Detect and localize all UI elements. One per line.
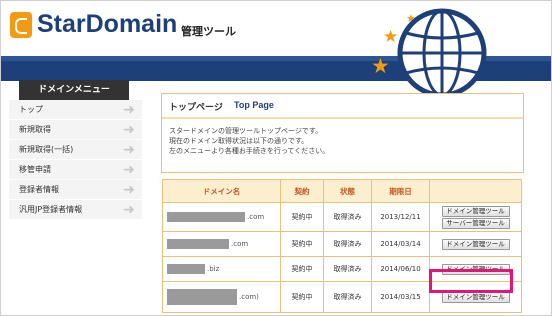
logo-subtitle: 管理ツール [181, 25, 236, 38]
sidebar: ドメインメニュー トップ ➜ 新規取得 ➜ 新規取得(一括) ➜ 移管申請 ➜ 登録者情… [9, 80, 142, 220]
column-header-status: 状態 [323, 179, 372, 203]
status-cell: 取得済み [323, 202, 372, 232]
globe-icon [397, 8, 487, 98]
chevron-right-icon: ➜ [123, 122, 135, 138]
chevron-right-icon: ➜ [123, 182, 135, 198]
sidebar-item-new[interactable]: 新規取得 ➜ [9, 120, 142, 140]
table-row: .com 契約中 取得済み 2014/03/14 ドメイン管理ツール [162, 231, 522, 257]
redacted-block [167, 264, 205, 274]
sidebar-item-label: 汎用JP登録者情報 [19, 205, 83, 214]
top-page-panel: トップページ Top Page スタードメインの管理ツールトップページです。 現… [161, 93, 524, 173]
highlight-box [429, 269, 513, 293]
intro-line: スタードメインの管理ツールトップページです。 [169, 127, 323, 135]
intro-text: スタードメインの管理ツールトップページです。 現在のドメイン取得状況は以下の通り… [169, 126, 329, 156]
domain-cell: .com [162, 231, 281, 257]
status-cell: 取得済み [323, 231, 372, 257]
table-header-row: ドメイン名 契約 状態 期限日 [162, 179, 522, 203]
actions-cell: ドメイン管理ツール サーバー管理ツール [429, 202, 522, 232]
status-cell: 取得済み [323, 256, 372, 282]
redacted-block [167, 289, 237, 305]
sidebar-title: ドメインメニュー [19, 80, 129, 100]
logo-icon [10, 12, 32, 38]
contract-cell: 契約中 [280, 256, 324, 282]
column-header-actions [429, 179, 522, 203]
domain-tool-button[interactable]: ドメイン管理ツール [441, 205, 510, 217]
column-header-domain: ドメイン名 [162, 179, 281, 203]
expiry-cell: 2013/12/11 [371, 202, 430, 232]
column-header-expiry: 期限日 [371, 179, 430, 203]
domain-cell: .com) [162, 281, 281, 313]
sidebar-item-transfer[interactable]: 移管申請 ➜ [9, 160, 142, 180]
domain-suffix: .com [231, 240, 249, 248]
expiry-cell: 2014/03/15 [371, 281, 430, 313]
intro-line: 左のメニューより各種お手続きを行ってください。 [169, 147, 330, 155]
chevron-right-icon: ➜ [123, 202, 135, 218]
domain-cell: .com [162, 202, 281, 232]
redacted-block [167, 239, 229, 249]
page-title-en: Top Page [234, 100, 274, 110]
sidebar-item-registrant[interactable]: 登録者情報 ➜ [9, 180, 142, 200]
sidebar-item-label: 移管申請 [19, 165, 51, 174]
domain-tool-button[interactable]: ドメイン管理ツール [441, 291, 510, 303]
sidebar-item-new-bulk[interactable]: 新規取得(一括) ➜ [9, 140, 142, 160]
domain-suffix: .biz [207, 265, 220, 273]
chevron-right-icon: ➜ [123, 142, 135, 158]
chevron-right-icon: ➜ [123, 162, 135, 178]
chevron-right-icon: ➜ [123, 102, 135, 118]
status-cell: 取得済み [323, 281, 372, 313]
star-icon: ★ [371, 54, 390, 78]
panel-header: トップページ Top Page [162, 94, 523, 119]
logo-text: StarDomain [37, 10, 178, 38]
sidebar-item-top[interactable]: トップ ➜ [9, 100, 142, 120]
domain-tool-button[interactable]: ドメイン管理ツール [441, 238, 510, 250]
sidebar-item-label: 新規取得(一括) [19, 145, 74, 154]
contract-cell: 契約中 [280, 231, 324, 257]
sidebar-item-label: トップ [19, 105, 43, 114]
sidebar-item-jp-registrant[interactable]: 汎用JP登録者情報 ➜ [9, 200, 142, 220]
server-tool-button[interactable]: サーバー管理ツール [441, 217, 510, 229]
domain-suffix: .com) [239, 293, 259, 301]
contract-cell: 契約中 [280, 202, 324, 232]
page-title: トップページ [169, 103, 223, 113]
intro-line: 現在のドメイン取得状況は以下の通りです。 [169, 137, 309, 145]
expiry-cell: 2014/03/14 [371, 231, 430, 257]
expiry-cell: 2014/06/10 [371, 256, 430, 282]
redacted-block [167, 212, 245, 222]
domain-suffix: .com [247, 213, 265, 221]
actions-cell: ドメイン管理ツール [429, 231, 522, 257]
sidebar-item-label: 登録者情報 [19, 185, 59, 194]
contract-cell: 契約中 [280, 281, 324, 313]
table-row: .com 契約中 取得済み 2013/12/11 ドメイン管理ツール サーバー管… [162, 202, 522, 232]
app-window: StarDomain 管理ツール ★ ★ ★ ドメインメニュー トップ ➜ 新規取… [0, 0, 552, 316]
domain-cell: .biz [162, 256, 281, 282]
sidebar-item-label: 新規取得 [19, 125, 51, 134]
column-header-contract: 契約 [280, 179, 324, 203]
